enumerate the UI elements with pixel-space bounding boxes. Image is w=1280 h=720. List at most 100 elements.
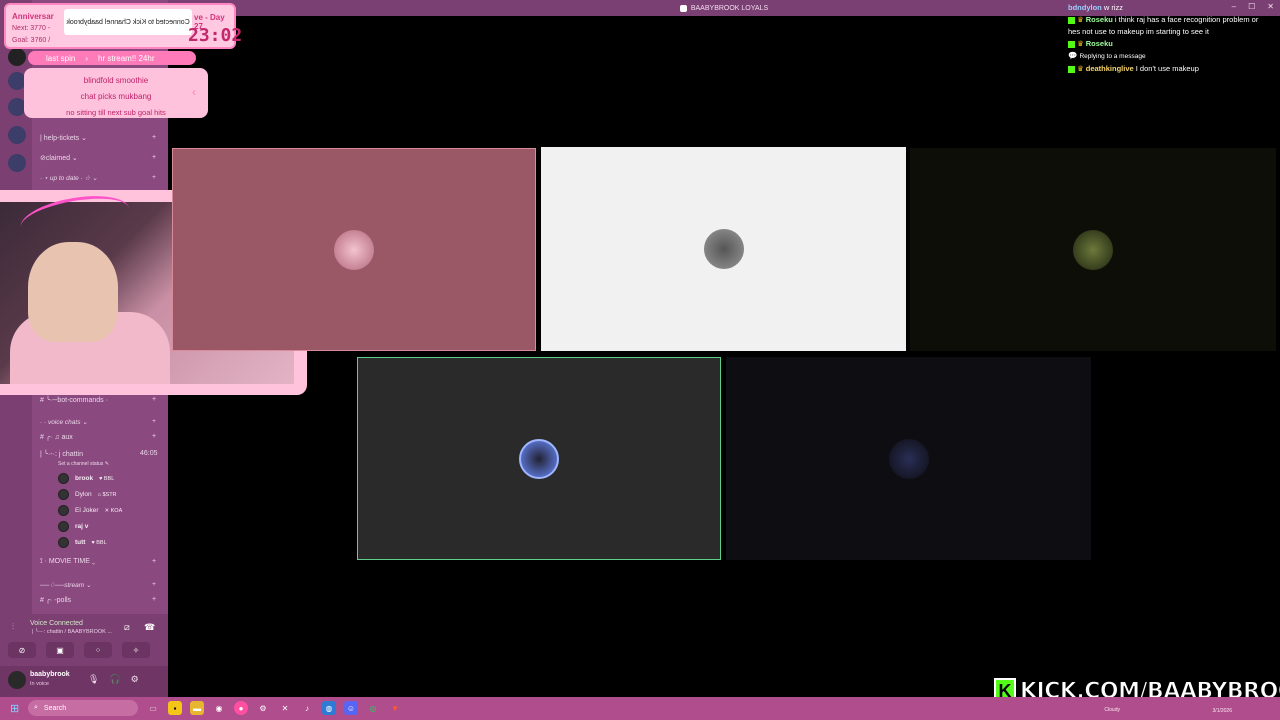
chevron-left-icon: ‹	[192, 85, 196, 99]
channel-item[interactable]: # ╭· -polls +	[40, 596, 156, 604]
avatar	[58, 489, 69, 500]
chat-text: w rizz	[1103, 3, 1124, 12]
neon-sign	[17, 188, 133, 248]
chat-username[interactable]: Roseku	[1086, 15, 1113, 24]
voice-member[interactable]: brook ♥ BBL	[58, 473, 114, 484]
server-icon[interactable]	[8, 48, 26, 66]
member-name: tutt	[75, 539, 86, 546]
windows-start-icon[interactable]: ⊞	[10, 702, 19, 715]
channel-item[interactable]: # ╰·─bot-commands · +	[40, 396, 156, 404]
video-tile[interactable]	[910, 148, 1276, 351]
crown-icon: ♛	[1077, 15, 1084, 24]
member-name: El Joker	[75, 507, 99, 514]
soundboard-button[interactable]: ✧	[122, 642, 150, 658]
noise-suppression-icon[interactable]: ⧄	[124, 622, 130, 633]
app-icon[interactable]: ●	[234, 701, 248, 715]
tiktok-icon[interactable]: ♪	[300, 701, 314, 715]
add-icon[interactable]: +	[152, 433, 156, 440]
app-logo-icon	[679, 4, 687, 12]
goal-overlay: Anniversar Next: 3770 - Goal: 3760 / Con…	[4, 3, 242, 49]
video-tile[interactable]	[357, 357, 721, 560]
close-icon[interactable]: ✕	[1267, 2, 1274, 11]
kick-badge-icon	[1068, 16, 1075, 24]
channel-status[interactable]: Set a channel status ✎	[58, 461, 109, 467]
video-tile[interactable]	[726, 357, 1091, 560]
avatar	[58, 505, 69, 516]
chrome-icon[interactable]: ◉	[212, 701, 226, 715]
clock-date[interactable]: 3/1/2026	[1182, 707, 1232, 715]
xbox-icon[interactable]: ✕	[278, 701, 292, 715]
kick-badge-icon	[1068, 65, 1075, 73]
screen-share-button[interactable]: ▣	[46, 642, 74, 658]
username[interactable]: baabybrook	[30, 671, 70, 678]
goal-title: Anniversar	[12, 12, 54, 21]
add-icon[interactable]: +	[152, 596, 156, 603]
chat-username[interactable]: bdndylon	[1068, 3, 1102, 12]
stream-timer: 23:02	[188, 25, 243, 46]
activities-button[interactable]: ⁘	[84, 642, 112, 658]
challenge-item: chat picks mukbang	[80, 92, 152, 101]
streamer-face	[28, 242, 118, 342]
channel-item[interactable]: ⊘claimed ⌄ +	[40, 154, 156, 162]
headphones-icon[interactable]: 🎧	[109, 674, 120, 685]
challenge-list: blindfold smoothie chat picks mukbang no…	[24, 68, 208, 118]
spotify-icon[interactable]: ◎	[366, 701, 380, 715]
channel-item[interactable]: ⟟ · MOVIE TIME ⌄ +	[40, 558, 156, 566]
voice-channel-name: | ╰·-·: j chattin	[40, 451, 83, 458]
spin-left: last spin	[46, 53, 76, 63]
steam-icon[interactable]: ⚙	[256, 701, 270, 715]
channel-item[interactable]: · · voice chats ⌄ +	[40, 418, 156, 426]
video-tile[interactable]	[172, 148, 536, 351]
voice-member[interactable]: Dylon ⌂ $STR	[58, 489, 117, 500]
participant-avatar	[1073, 229, 1113, 270]
folder-icon[interactable]: ▬	[190, 701, 204, 715]
voice-member[interactable]: El Joker ✕ KOA	[58, 505, 122, 516]
voice-member[interactable]: tutt ♥ BBL	[58, 537, 107, 548]
voice-member[interactable]: raj v	[58, 521, 94, 532]
search-icon: ⌕	[34, 704, 38, 711]
server-icon[interactable]	[8, 154, 26, 172]
add-icon[interactable]: +	[152, 558, 156, 565]
add-icon[interactable]: +	[152, 418, 156, 425]
crown-icon: ♛	[1077, 64, 1084, 73]
disconnect-icon[interactable]: ☎	[144, 622, 155, 633]
obs-icon[interactable]: ◍	[322, 701, 336, 715]
taskbar-search[interactable]: ⌕ Search	[28, 700, 138, 716]
goal-target: Goal: 3760 /	[12, 37, 51, 44]
channel-label: # ╭· ♫ aux	[40, 434, 73, 441]
channel-item[interactable]: | help-tickets ⌄ +	[40, 134, 156, 142]
channel-label: # ╰·─bot-commands ·	[40, 397, 108, 404]
camera-off-button[interactable]: ⊘	[8, 642, 36, 658]
add-icon[interactable]: +	[152, 154, 156, 161]
video-tile[interactable]	[541, 147, 906, 351]
chat-username[interactable]: Roseku	[1086, 39, 1113, 48]
channel-label: · · voice chats ⌄	[40, 419, 88, 426]
add-icon[interactable]: +	[152, 396, 156, 403]
gear-icon[interactable]: ⚙	[131, 674, 139, 685]
add-icon[interactable]: +	[152, 581, 156, 588]
avatar[interactable]	[8, 671, 26, 689]
member-tag: ♥ BBL	[99, 475, 115, 482]
user-panel: baabybrook In voice 🎙 🎧 ⚙	[0, 666, 168, 697]
weather-label: Cloudy	[1104, 707, 1120, 713]
task-view-icon[interactable]: ▭	[146, 701, 160, 715]
voice-channel[interactable]: | ╰·-·: j chattin 46:05	[40, 450, 158, 458]
voice-status[interactable]: Voice Connected	[30, 620, 83, 627]
channel-item[interactable]: ──♢──stream ⌄ +	[40, 581, 156, 589]
avatar	[58, 537, 69, 548]
member-name: brook	[75, 475, 94, 482]
notes-icon[interactable]: ▪	[168, 701, 182, 715]
mic-icon[interactable]: 🎙	[88, 674, 99, 685]
connection-notice: Connected to Kick Channel baabybrook	[64, 9, 192, 35]
chat-message: 💬 Replying to a message	[1068, 50, 1268, 63]
channel-item[interactable]: # ╭· ♫ aux +	[40, 433, 156, 441]
add-icon[interactable]: +	[152, 134, 156, 141]
add-icon[interactable]: +	[152, 174, 156, 181]
discord-icon[interactable]: ☺	[344, 701, 358, 715]
brave-icon[interactable]: ▼	[388, 701, 402, 715]
channel-item[interactable]: · ⋆ up to date · ☆ ⌄ +	[40, 174, 156, 182]
member-tag: ♥ BBL	[91, 539, 107, 546]
server-icon[interactable]	[8, 126, 26, 144]
taskbar: ⊞ ⌕ Search ▭ ▪ ▬ ◉ ● ⚙ ✕ ♪ ◍ ☺ ◎ ▼ Cloud…	[0, 697, 1280, 720]
chat-username[interactable]: deathkinglive	[1086, 64, 1134, 73]
